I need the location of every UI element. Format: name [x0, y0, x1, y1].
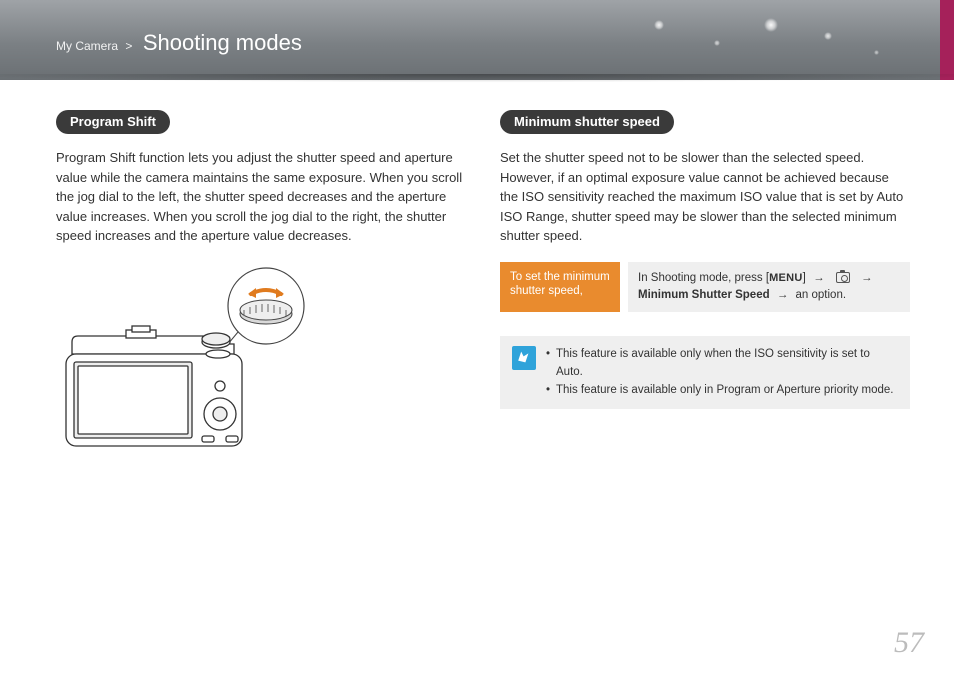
right-column: Minimum shutter speed Set the shutter sp… [500, 110, 910, 469]
instruction-suffix: an option. [796, 289, 847, 301]
camera-jog-dial-illustration [56, 264, 466, 469]
arrow-icon: → [777, 289, 789, 301]
camera-settings-icon [836, 272, 850, 283]
note-icon [512, 346, 536, 370]
page-header: My Camera > Shooting modes [0, 0, 954, 80]
instruction-label: To set the minimum shutter speed, [500, 262, 620, 313]
section-heading-program-shift: Program Shift [56, 110, 170, 134]
instruction-row: To set the minimum shutter speed, In Sho… [500, 262, 910, 313]
instruction-close-bracket: ] [803, 272, 806, 284]
arrow-icon: → [813, 272, 825, 284]
manual-page: My Camera > Shooting modes Program Shift… [0, 0, 954, 676]
note-list: This feature is available only when the … [546, 346, 898, 399]
breadcrumb-separator: > [125, 39, 132, 53]
menu-button-label: MENU [769, 272, 803, 284]
camera-illustration-svg [56, 264, 316, 464]
left-column: Program Shift Program Shift function let… [56, 110, 466, 469]
instruction-body: In Shooting mode, press [MENU] → → Minim… [628, 262, 910, 313]
note-item: This feature is available only in Progra… [546, 382, 898, 400]
page-number: 57 [894, 626, 924, 660]
min-shutter-description: Set the shutter speed not to be slower t… [500, 148, 910, 246]
content-columns: Program Shift Program Shift function let… [0, 80, 954, 469]
page-title: Shooting modes [143, 30, 302, 56]
arrow-icon: → [861, 272, 873, 284]
note-item: This feature is available only when the … [546, 346, 898, 382]
section-heading-min-shutter: Minimum shutter speed [500, 110, 674, 134]
note-box: This feature is available only when the … [500, 336, 910, 409]
program-shift-description: Program Shift function lets you adjust t… [56, 148, 466, 246]
instruction-option: Minimum Shutter Speed [638, 289, 770, 301]
breadcrumb: My Camera > [56, 39, 136, 53]
header-sparkle-decoration [614, 10, 914, 70]
instruction-pretext: In Shooting mode, press [ [638, 272, 769, 284]
section-color-tab [940, 0, 954, 80]
breadcrumb-root: My Camera [56, 39, 118, 53]
